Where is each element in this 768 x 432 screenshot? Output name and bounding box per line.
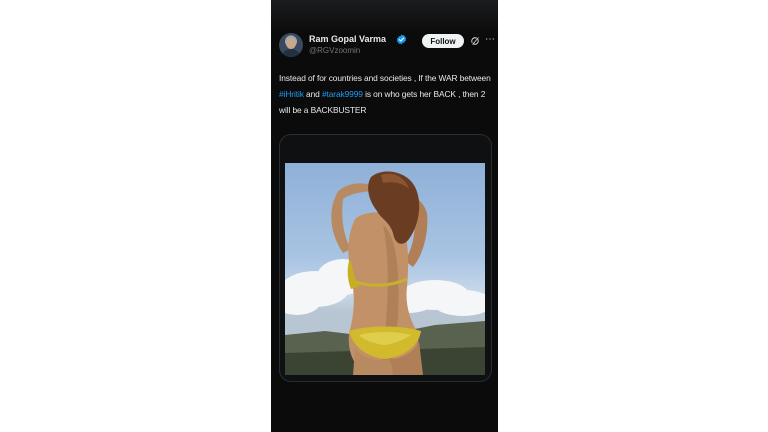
avatar[interactable] bbox=[279, 33, 303, 57]
hashtag-link[interactable]: #tarak9999 bbox=[322, 89, 363, 99]
hashtag-link[interactable]: #iHritik bbox=[279, 89, 304, 99]
photo-scene bbox=[285, 171, 485, 375]
top-fade bbox=[271, 0, 498, 34]
media-card[interactable] bbox=[279, 134, 492, 382]
tweet-text-part: Instead of for countries and societies ,… bbox=[279, 73, 491, 83]
follow-button[interactable]: Follow bbox=[422, 34, 464, 48]
author-handle[interactable]: @RGVzoomin bbox=[309, 46, 360, 55]
more-icon[interactable]: ⋯ bbox=[484, 35, 496, 45]
avatar-shoulders bbox=[281, 49, 301, 57]
tweet-text: Instead of for countries and societies ,… bbox=[279, 70, 493, 118]
verified-badge-icon bbox=[396, 34, 407, 45]
tweet-header: Ram Gopal Varma @RGVzoomin Follow ⋯ bbox=[279, 33, 496, 61]
tweet-text-part: and bbox=[303, 89, 322, 99]
author-name[interactable]: Ram Gopal Varma bbox=[309, 34, 386, 44]
grok-icon[interactable] bbox=[470, 36, 480, 46]
tweet-photo[interactable] bbox=[285, 163, 485, 375]
avatar-face bbox=[286, 38, 296, 49]
story-frame: Ram Gopal Varma @RGVzoomin Follow ⋯ Inst… bbox=[271, 0, 498, 432]
bottom-fade bbox=[271, 380, 498, 432]
